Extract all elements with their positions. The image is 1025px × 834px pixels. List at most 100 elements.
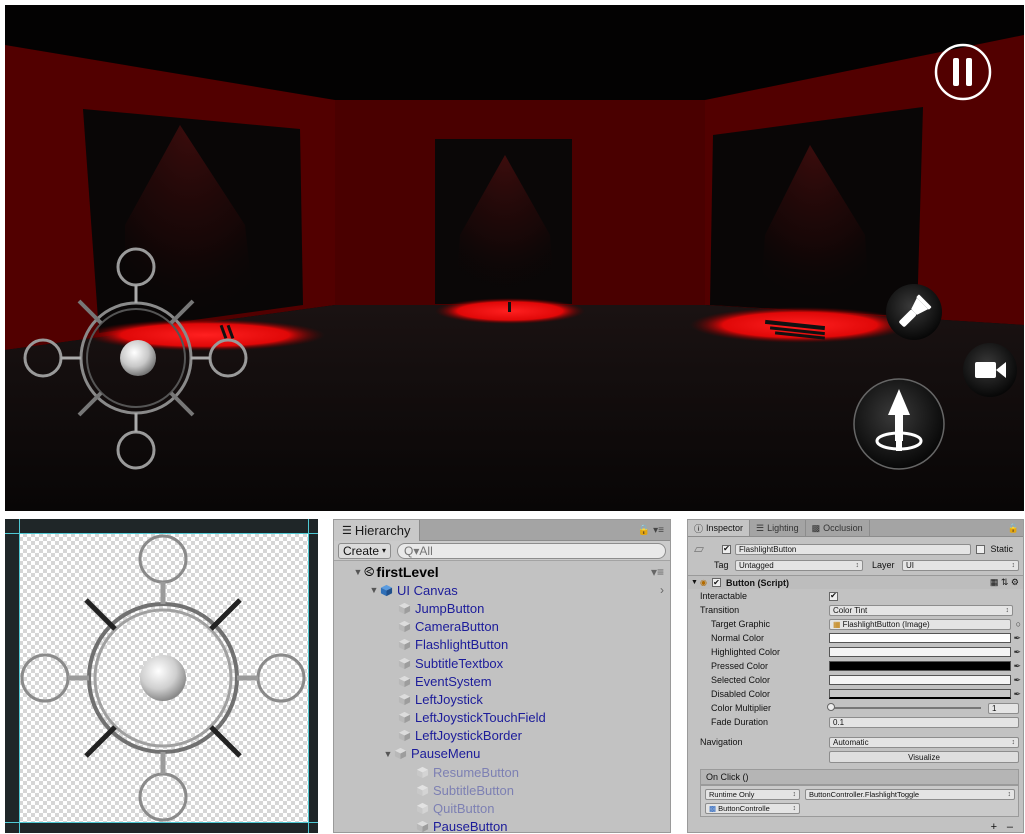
normal-color-swatch[interactable]	[829, 633, 1011, 643]
hierarchy-item-label: PauseButton	[433, 819, 508, 834]
hierarchy-item-label: SubtitleButton	[433, 782, 514, 798]
hierarchy-search[interactable]	[397, 542, 666, 559]
hierarchy-item-label: UI Canvas	[397, 582, 458, 598]
gameobject-cube-icon	[398, 730, 411, 742]
hierarchy-item-label: LeftJoystick	[415, 691, 483, 707]
hierarchy-item[interactable]: JumpButton	[334, 599, 670, 617]
fade-duration-field[interactable]: 0.1	[829, 716, 1019, 728]
tag-layer-row: Tag Untagged Layer UI	[688, 558, 1023, 572]
selected-color-row: Selected Color ✒	[688, 673, 1023, 687]
hierarchy-item[interactable]: QuitButton	[334, 799, 670, 817]
runtime-dropdown[interactable]: Runtime Only	[705, 789, 800, 800]
eyedropper-icon[interactable]: ✒	[1013, 661, 1021, 672]
eyedropper-icon[interactable]: ✒	[1013, 689, 1021, 700]
joystick-sprite-knob	[140, 655, 186, 701]
pause-button[interactable]	[933, 42, 993, 102]
selected-color-swatch[interactable]	[829, 675, 1011, 685]
hierarchy-toolbar: Create ▾	[334, 541, 670, 561]
slider-handle[interactable]	[827, 703, 835, 711]
component-settings-icon[interactable]: ▦ ⇅ ⚙	[990, 577, 1019, 588]
fade-duration-label: Fade Duration	[711, 717, 769, 727]
interactable-checkbox[interactable]: ✔	[829, 591, 838, 601]
chevron-right-icon[interactable]: ›	[660, 583, 664, 597]
disabled-color-label: Disabled Color	[711, 689, 771, 699]
hierarchy-item-label: PauseMenu	[411, 746, 481, 762]
tab-inspector-label: Inspector	[706, 523, 744, 533]
scene-row[interactable]: ▼ ⧀ firstLevel ▾≡	[334, 563, 670, 581]
list-icon: ☰	[342, 524, 352, 537]
object-ref-field[interactable]: ▩ ButtonControlle	[705, 803, 800, 814]
hierarchy-item[interactable]: SubtitleTextbox	[334, 654, 670, 672]
highlighted-color-swatch[interactable]	[829, 647, 1011, 657]
search-input[interactable]	[404, 543, 665, 558]
occlusion-icon: ▩	[811, 522, 821, 533]
hierarchy-item[interactable]: LeftJoystickBorder	[334, 727, 670, 745]
guide-line	[308, 519, 309, 833]
pressed-color-swatch[interactable]	[829, 661, 1011, 671]
hierarchy-item[interactable]: LeftJoystick	[334, 690, 670, 708]
lock-icon[interactable]: 🔒	[1008, 520, 1023, 536]
panel-menu-icon[interactable]: 🔒 ▾≡	[638, 525, 670, 536]
script-ref-icon: ▩	[709, 804, 717, 813]
disabled-color-swatch[interactable]	[829, 689, 1011, 699]
tab-hierarchy[interactable]: ☰ Hierarchy	[334, 519, 420, 541]
inspector-panel: ⓘ Inspector ☰ Lighting ▩ Occlusion 🔒 ▱ ✔ Fl…	[687, 519, 1024, 833]
hierarchy-tab-label: Hierarchy	[354, 522, 411, 538]
hierarchy-item[interactable]: ▼ PauseMenu	[334, 745, 670, 763]
camera-icon	[963, 343, 1017, 397]
create-button-label: Create	[343, 543, 380, 558]
hierarchy-item-label: EventSystem	[415, 673, 492, 689]
onclick-label: On Click ()	[706, 772, 749, 782]
static-checkbox[interactable]	[976, 544, 985, 554]
joystick-icon	[23, 247, 248, 470]
hierarchy-item-label: LeftJoystickTouchField	[415, 710, 546, 726]
expand-arrow-icon[interactable]: ▼	[352, 567, 364, 577]
gameobject-cube-icon	[398, 693, 411, 705]
scene-menu-icon[interactable]: ▾≡	[651, 565, 664, 579]
jump-button[interactable]	[852, 377, 946, 471]
hierarchy-item[interactable]: ResumeButton	[334, 763, 670, 781]
expand-arrow-icon[interactable]: ▼	[368, 585, 380, 595]
remove-listener-icon[interactable]: –	[1007, 821, 1013, 832]
eyedropper-icon[interactable]: ✒	[1013, 633, 1021, 644]
tab-lighting[interactable]: ☰ Lighting	[750, 520, 806, 536]
collapse-arrow-icon[interactable]: ▼	[691, 579, 698, 586]
tab-occlusion[interactable]: ▩ Occlusion	[806, 520, 870, 536]
target-graphic-field[interactable]: ▦ FlashlightButton (Image)	[829, 618, 1011, 630]
hierarchy-item[interactable]: LeftJoystickTouchField	[334, 709, 670, 727]
create-button[interactable]: Create ▾	[338, 542, 392, 559]
hierarchy-item-label: SubtitleTextbox	[415, 655, 504, 671]
gameobject-cube-icon	[398, 639, 411, 651]
target-graphic-value: FlashlightButton (Image)	[842, 619, 930, 629]
camera-button[interactable]	[962, 342, 1018, 398]
tag-dropdown[interactable]: Untagged	[735, 559, 863, 571]
eyedropper-icon[interactable]: ✒	[1013, 675, 1021, 686]
color-multiplier-slider[interactable]	[831, 707, 981, 709]
hierarchy-item[interactable]: CameraButton	[334, 618, 670, 636]
color-multiplier-field[interactable]: 1	[988, 702, 1019, 714]
lighting-icon: ☰	[756, 522, 765, 533]
hierarchy-item[interactable]: SubtitleButton	[334, 781, 670, 799]
object-picker-icon[interactable]: ○	[1016, 619, 1021, 629]
add-listener-icon[interactable]: +	[991, 821, 997, 832]
button-component-header[interactable]: ▼ ◉ ✔ Button (Script) ▦ ⇅ ⚙	[688, 575, 1023, 589]
eyedropper-icon[interactable]: ✒	[1013, 647, 1021, 658]
hierarchy-item[interactable]: PauseButton	[334, 818, 670, 834]
joystick-sprite-icon	[20, 534, 306, 822]
object-name-field[interactable]: FlashlightButton	[735, 543, 971, 555]
active-checkbox[interactable]: ✔	[722, 544, 731, 554]
layer-dropdown[interactable]: UI	[902, 559, 1019, 571]
transition-dropdown[interactable]: Color Tint	[829, 604, 1013, 616]
navigation-dropdown[interactable]: Automatic	[829, 736, 1019, 748]
visualize-button[interactable]: Visualize	[829, 751, 1019, 763]
tab-inspector[interactable]: ⓘ Inspector	[688, 520, 751, 536]
left-joystick[interactable]	[21, 245, 251, 475]
hierarchy-item[interactable]: ▼ UI Canvas ›	[334, 581, 670, 599]
flashlight-button[interactable]	[884, 282, 944, 342]
function-dropdown[interactable]: ButtonController.FlashlightToggle	[805, 789, 1015, 800]
component-enabled-checkbox[interactable]: ✔	[712, 578, 721, 587]
target-graphic-row: Target Graphic ▦ FlashlightButton (Image…	[688, 617, 1023, 631]
hierarchy-item[interactable]: EventSystem	[334, 672, 670, 690]
expand-arrow-icon[interactable]: ▼	[382, 749, 394, 759]
hierarchy-item[interactable]: FlashlightButton	[334, 636, 670, 654]
